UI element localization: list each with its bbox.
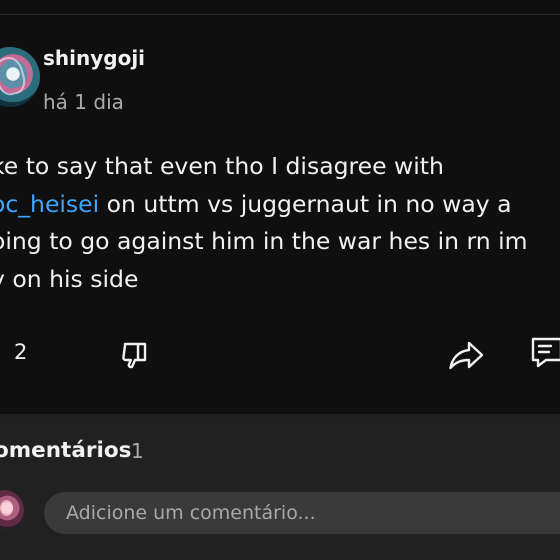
comment-action-bar: 2 bbox=[0, 330, 560, 374]
comment-line-3: oing to go against him in the war hes in… bbox=[0, 227, 528, 255]
share-icon bbox=[449, 341, 484, 370]
comments-panel: omentários 1 bbox=[0, 417, 560, 560]
comments-title: omentários bbox=[0, 438, 132, 463]
comment-text: ke to say that even tho I disagree with … bbox=[0, 148, 560, 298]
author-avatar[interactable] bbox=[0, 47, 40, 107]
comment-line-2: oc_heisei on uttm vs juggernaut in no wa… bbox=[0, 186, 560, 224]
author-name[interactable]: shinygoji bbox=[43, 46, 145, 70]
dislike-button[interactable] bbox=[117, 332, 157, 372]
comment-timestamp: há 1 dia bbox=[43, 90, 124, 114]
user-mention[interactable]: oc_heisei bbox=[0, 190, 99, 218]
comment-input[interactable] bbox=[44, 492, 560, 534]
comment-thread-screen: shinygoji há 1 dia ke to say that even t… bbox=[0, 0, 560, 560]
comment-icon bbox=[531, 337, 560, 368]
comment-line-2-rest: on uttm vs juggernaut in no way a bbox=[99, 189, 512, 218]
top-divider bbox=[0, 14, 560, 15]
thumbs-down-icon bbox=[122, 342, 147, 369]
user-avatar bbox=[0, 490, 24, 530]
comment-line-4: y on his side bbox=[0, 264, 139, 293]
like-count: 2 bbox=[14, 340, 28, 364]
comments-count: 1 bbox=[131, 439, 144, 463]
reply-button[interactable] bbox=[527, 332, 560, 372]
share-button[interactable] bbox=[446, 332, 486, 372]
comment-line-1: ke to say that even tho I disagree with bbox=[0, 152, 444, 180]
